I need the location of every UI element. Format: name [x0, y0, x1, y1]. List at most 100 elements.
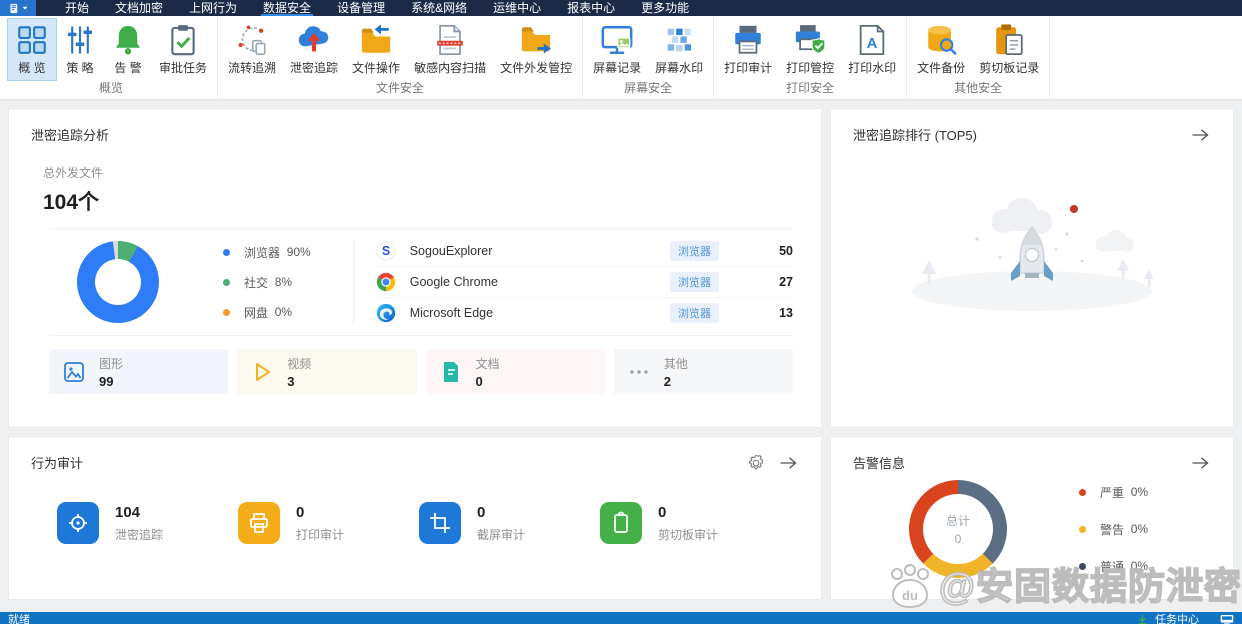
tile-label: 视频: [287, 356, 312, 371]
ribbon-item-screen-watermark[interactable]: 屏幕水印: [648, 19, 710, 80]
app-menu-button[interactable]: [0, 0, 36, 16]
browser-name: Google Chrome: [409, 274, 498, 289]
audit-item-clipboard[interactable]: 0 剪切板审计: [600, 502, 781, 544]
ribbon-item-sensitive-scan[interactable]: 敏感内容扫描: [407, 19, 493, 80]
tab-device-mgmt[interactable]: 设备管理: [324, 0, 398, 16]
total-outgoing-label: 总外发文件: [43, 166, 104, 180]
tab-system-network[interactable]: 系统&网络: [398, 0, 480, 16]
tile-other[interactable]: 其他 2: [613, 349, 793, 394]
print-watermark-icon: A: [859, 24, 885, 56]
donut-legend: 浏览器 90% 社交 8% 网盘 0%: [223, 244, 311, 321]
panel-title: 泄密追踪分析: [31, 128, 110, 143]
monitor-icon[interactable]: [1220, 614, 1234, 624]
overview-grid-icon: [18, 26, 46, 54]
legend-dot: [1079, 488, 1086, 496]
file-backup-icon: [928, 25, 957, 56]
sensitive-scan-icon: [437, 24, 463, 56]
ribbon-item-file-backup[interactable]: 文件备份: [910, 19, 972, 80]
browser-row[interactable]: Microsoft Edge 浏览器 13: [376, 298, 793, 329]
ribbon-item-screen-record[interactable]: 屏幕记录: [586, 19, 648, 80]
go-to-arrow-icon[interactable]: [1191, 127, 1209, 143]
go-to-arrow-icon[interactable]: [779, 455, 797, 471]
ribbon-group-label: 打印安全: [786, 81, 835, 95]
tile-document[interactable]: 文档 0: [425, 349, 605, 394]
tab-start[interactable]: 开始: [52, 0, 102, 16]
tile-value: 3: [287, 373, 295, 389]
ribbon-item-print-control[interactable]: 打印管控: [779, 19, 841, 80]
tile-graphics[interactable]: 图形 99: [49, 349, 229, 394]
tile-value: 0: [475, 373, 483, 389]
ribbon-item-print-watermark[interactable]: A 打印水印: [841, 19, 903, 80]
legend-item: 普通 0%: [1079, 558, 1148, 575]
svg-text:A: A: [867, 36, 878, 52]
legend-pct: 90%: [286, 245, 311, 259]
ribbon-item-approval-tasks[interactable]: 审批任务: [152, 19, 214, 80]
ribbon-item-print-audit[interactable]: 打印审计: [717, 19, 779, 80]
clipboard-icon: [600, 502, 642, 544]
legend-label: 严重: [1100, 485, 1125, 500]
ribbon-item-label: 屏幕水印: [655, 61, 704, 75]
svg-text:S: S: [382, 244, 390, 258]
legend-pct: 0%: [1130, 559, 1149, 573]
sogou-browser-icon: S: [376, 240, 396, 261]
tab-doc-encrypt[interactable]: 文档加密: [102, 0, 176, 16]
ribbon-item-label: 打印水印: [848, 61, 897, 75]
go-to-arrow-icon[interactable]: [1191, 455, 1209, 471]
ribbon-group-label: 文件安全: [376, 81, 425, 95]
alarm-bell-icon: [115, 25, 141, 55]
file-outgoing-folder-icon: [521, 27, 551, 54]
panel-behavior-audit: 行为审计 104 泄密追踪 0 打印审计 0 截屏审计 0 剪切板审计: [8, 436, 822, 600]
tab-more-features[interactable]: 更多功能: [628, 0, 702, 16]
ribbon-item-file-operation[interactable]: 文件操作: [345, 19, 407, 80]
ellipsis-icon: [630, 369, 648, 374]
outgoing-channel-donut-chart: [77, 241, 159, 323]
audit-value: 0: [477, 503, 486, 521]
panel-leak-analysis: 泄密追踪分析 总外发文件 104个 浏览器 90% 社交 8% 网盘 0% S …: [8, 108, 822, 428]
print-audit-icon: [735, 25, 761, 54]
tile-video[interactable]: 视频 3: [237, 349, 417, 394]
ribbon-item-alarm[interactable]: 告 警: [104, 19, 152, 80]
tab-data-security[interactable]: 数据安全: [250, 0, 324, 16]
chevron-down-icon: [22, 6, 27, 10]
panel-title: 泄密追踪排行 (TOP5): [853, 128, 977, 143]
ribbon-item-policy[interactable]: 策 略: [56, 19, 104, 80]
browser-row[interactable]: Google Chrome 浏览器 27: [375, 267, 793, 298]
gear-icon[interactable]: [747, 454, 765, 471]
ribbon-item-label: 策 略: [66, 61, 94, 75]
legend-pct: 0%: [1130, 522, 1149, 536]
audit-item-print[interactable]: 0 打印审计: [238, 502, 419, 544]
ribbon-item-label: 打印管控: [786, 61, 835, 75]
legend-label: 警告: [1100, 522, 1125, 537]
titlebar: 开始 文档加密 上网行为 数据安全 设备管理 系统&网络 运维中心 报表中心 更…: [0, 0, 1242, 16]
task-center-button[interactable]: 任务中心: [1155, 611, 1199, 624]
legend-pct: 8%: [274, 275, 293, 289]
ribbon-item-label: 告 警: [114, 61, 142, 75]
flow-trace-icon: [238, 25, 266, 55]
browser-row[interactable]: S SogouExplorer 浏览器 50: [375, 236, 793, 267]
ribbon-group-overview: 概 览 策 略 告 警 审批任务 概览: [5, 16, 219, 99]
audit-item-leak-track[interactable]: 104 泄密追踪: [57, 502, 238, 544]
browser-tag-badge: 浏览器: [670, 271, 719, 292]
tab-ops-center[interactable]: 运维中心: [480, 0, 554, 16]
legend-item: 浏览器 90%: [223, 244, 311, 261]
legend-label: 网盘: [244, 305, 269, 320]
tab-web-behavior[interactable]: 上网行为: [176, 0, 250, 16]
ribbon-item-file-outgoing-control[interactable]: 文件外发管控: [493, 19, 579, 80]
statusbar: 就绪 任务中心: [0, 612, 1242, 624]
ribbon-item-overview[interactable]: 概 览: [7, 18, 57, 81]
ribbon-item-label: 泄密追踪: [290, 61, 339, 75]
target-icon: [57, 502, 99, 544]
browser-tag-badge: 浏览器: [670, 303, 719, 323]
ribbon-item-clipboard-record[interactable]: 剪切板记录: [972, 19, 1046, 80]
menu-tabs: 开始 文档加密 上网行为 数据安全 设备管理 系统&网络 运维中心 报表中心 更…: [52, 0, 702, 16]
ribbon-item-flow-trace[interactable]: 流转追溯: [221, 19, 283, 80]
audit-item-screenshot[interactable]: 0 截屏审计: [419, 502, 600, 544]
tab-report-center[interactable]: 报表中心: [554, 0, 628, 16]
ribbon-item-label: 流转追溯: [228, 61, 277, 75]
legend-item: 网盘 0%: [223, 304, 311, 321]
browser-count: 13: [779, 306, 793, 320]
clipboard-record-icon: [996, 24, 1023, 56]
legend-item: 警告 0%: [1079, 521, 1148, 538]
audit-label: 剪切板审计: [658, 527, 719, 542]
ribbon-item-leak-track[interactable]: 泄密追踪: [283, 19, 345, 80]
